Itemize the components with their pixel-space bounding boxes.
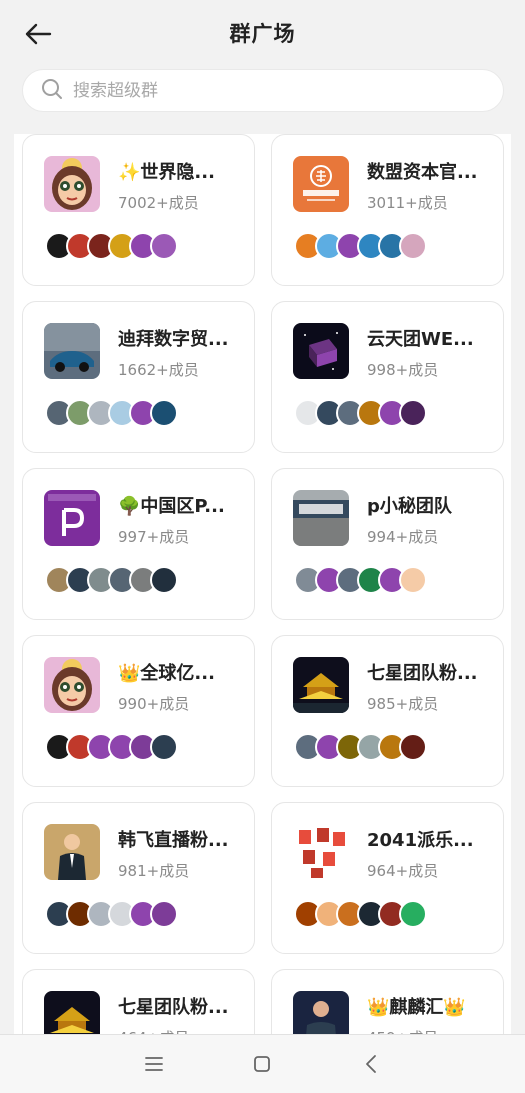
member-avatars: [45, 900, 178, 928]
group-card[interactable]: 👑麒麟汇👑 459+成员: [271, 969, 504, 1034]
group-name: 👑全球亿...: [118, 663, 215, 684]
group-name: 迪拜数字贸...: [118, 329, 229, 350]
group-avatar: [44, 490, 100, 546]
group-avatar: [44, 323, 100, 379]
member-count: 998+成员: [367, 361, 439, 379]
group-card[interactable]: 七星团队粉... 464+成员: [22, 969, 255, 1034]
group-name: 七星团队粉...: [118, 997, 229, 1018]
member-count: 997+成员: [118, 528, 190, 546]
member-count: 990+成员: [118, 695, 190, 713]
member-avatars: [294, 232, 427, 260]
group-avatar: [44, 156, 100, 212]
member-avatars: [45, 733, 178, 761]
member-avatar: [150, 733, 178, 761]
group-avatar: [293, 323, 349, 379]
group-card[interactable]: p小秘团队 994+成员: [271, 468, 504, 620]
group-name: 韩飞直播粉...: [118, 830, 229, 851]
group-name: p小秘团队: [367, 496, 452, 517]
menu-icon[interactable]: [134, 1044, 174, 1084]
member-count: 981+成员: [118, 862, 190, 880]
member-avatar: [150, 232, 178, 260]
group-avatar: [293, 490, 349, 546]
member-count: 464+成员: [118, 1027, 189, 1034]
member-count: 1662+成员: [118, 361, 199, 379]
group-avatar: [293, 156, 349, 212]
group-card[interactable]: ✨世界隐... 7002+成员: [22, 134, 255, 286]
group-list[interactable]: ✨世界隐... 7002+成员 数盟资本官... 3011+成员迪拜数字贸... 166…: [14, 134, 511, 1034]
system-nav-bar: [0, 1034, 525, 1093]
member-avatar: [150, 900, 178, 928]
search-icon: [41, 78, 63, 104]
group-avatar: [44, 991, 100, 1034]
group-name: 云天团WE...: [367, 329, 474, 350]
member-count: 994+成员: [367, 528, 439, 546]
member-avatar: [150, 399, 178, 427]
group-avatar: [293, 824, 349, 880]
group-name: 👑麒麟汇👑: [367, 997, 466, 1018]
member-avatar: [399, 900, 427, 928]
back-arrow-icon[interactable]: [22, 18, 54, 50]
group-card[interactable]: 数盟资本官... 3011+成员: [271, 134, 504, 286]
group-card[interactable]: 2041派乐... 964+成员: [271, 802, 504, 954]
group-card[interactable]: 七星团队粉... 985+成员: [271, 635, 504, 787]
member-avatar: [150, 566, 178, 594]
group-avatar: [44, 657, 100, 713]
group-avatar: [293, 991, 349, 1034]
top-bar: 群广场: [0, 0, 525, 66]
member-count: 7002+成员: [118, 194, 199, 212]
member-avatar: [399, 566, 427, 594]
member-avatar: [399, 733, 427, 761]
member-avatars: [294, 566, 427, 594]
member-count: 964+成员: [367, 862, 439, 880]
member-avatars: [45, 232, 178, 260]
group-card[interactable]: 韩飞直播粉... 981+成员: [22, 802, 255, 954]
page-title: 群广场: [229, 22, 296, 46]
group-name: 🌳中国区P...: [118, 496, 225, 517]
member-avatars: [294, 900, 427, 928]
member-avatars: [45, 399, 178, 427]
group-card[interactable]: 🌳中国区P... 997+成员: [22, 468, 255, 620]
search-bar[interactable]: [22, 69, 504, 112]
member-avatars: [294, 733, 427, 761]
group-avatar: [44, 824, 100, 880]
group-avatar: [293, 657, 349, 713]
member-count: 3011+成员: [367, 194, 448, 212]
group-name: 七星团队粉...: [367, 663, 478, 684]
group-name: 数盟资本官...: [367, 162, 478, 183]
back-triangle-icon[interactable]: [351, 1044, 391, 1084]
member-count: 985+成员: [367, 695, 439, 713]
member-avatar: [399, 232, 427, 260]
group-name: 2041派乐...: [367, 830, 474, 851]
search-input[interactable]: [73, 80, 473, 101]
member-avatars: [294, 399, 427, 427]
member-avatar: [399, 399, 427, 427]
member-count: 459+成员: [367, 1027, 438, 1034]
group-card[interactable]: 迪拜数字贸... 1662+成员: [22, 301, 255, 453]
group-card[interactable]: 👑全球亿... 990+成员: [22, 635, 255, 787]
home-square-icon[interactable]: [242, 1044, 282, 1084]
member-avatars: [45, 566, 178, 594]
group-name: ✨世界隐...: [118, 162, 215, 183]
group-card[interactable]: 云天团WE... 998+成员: [271, 301, 504, 453]
